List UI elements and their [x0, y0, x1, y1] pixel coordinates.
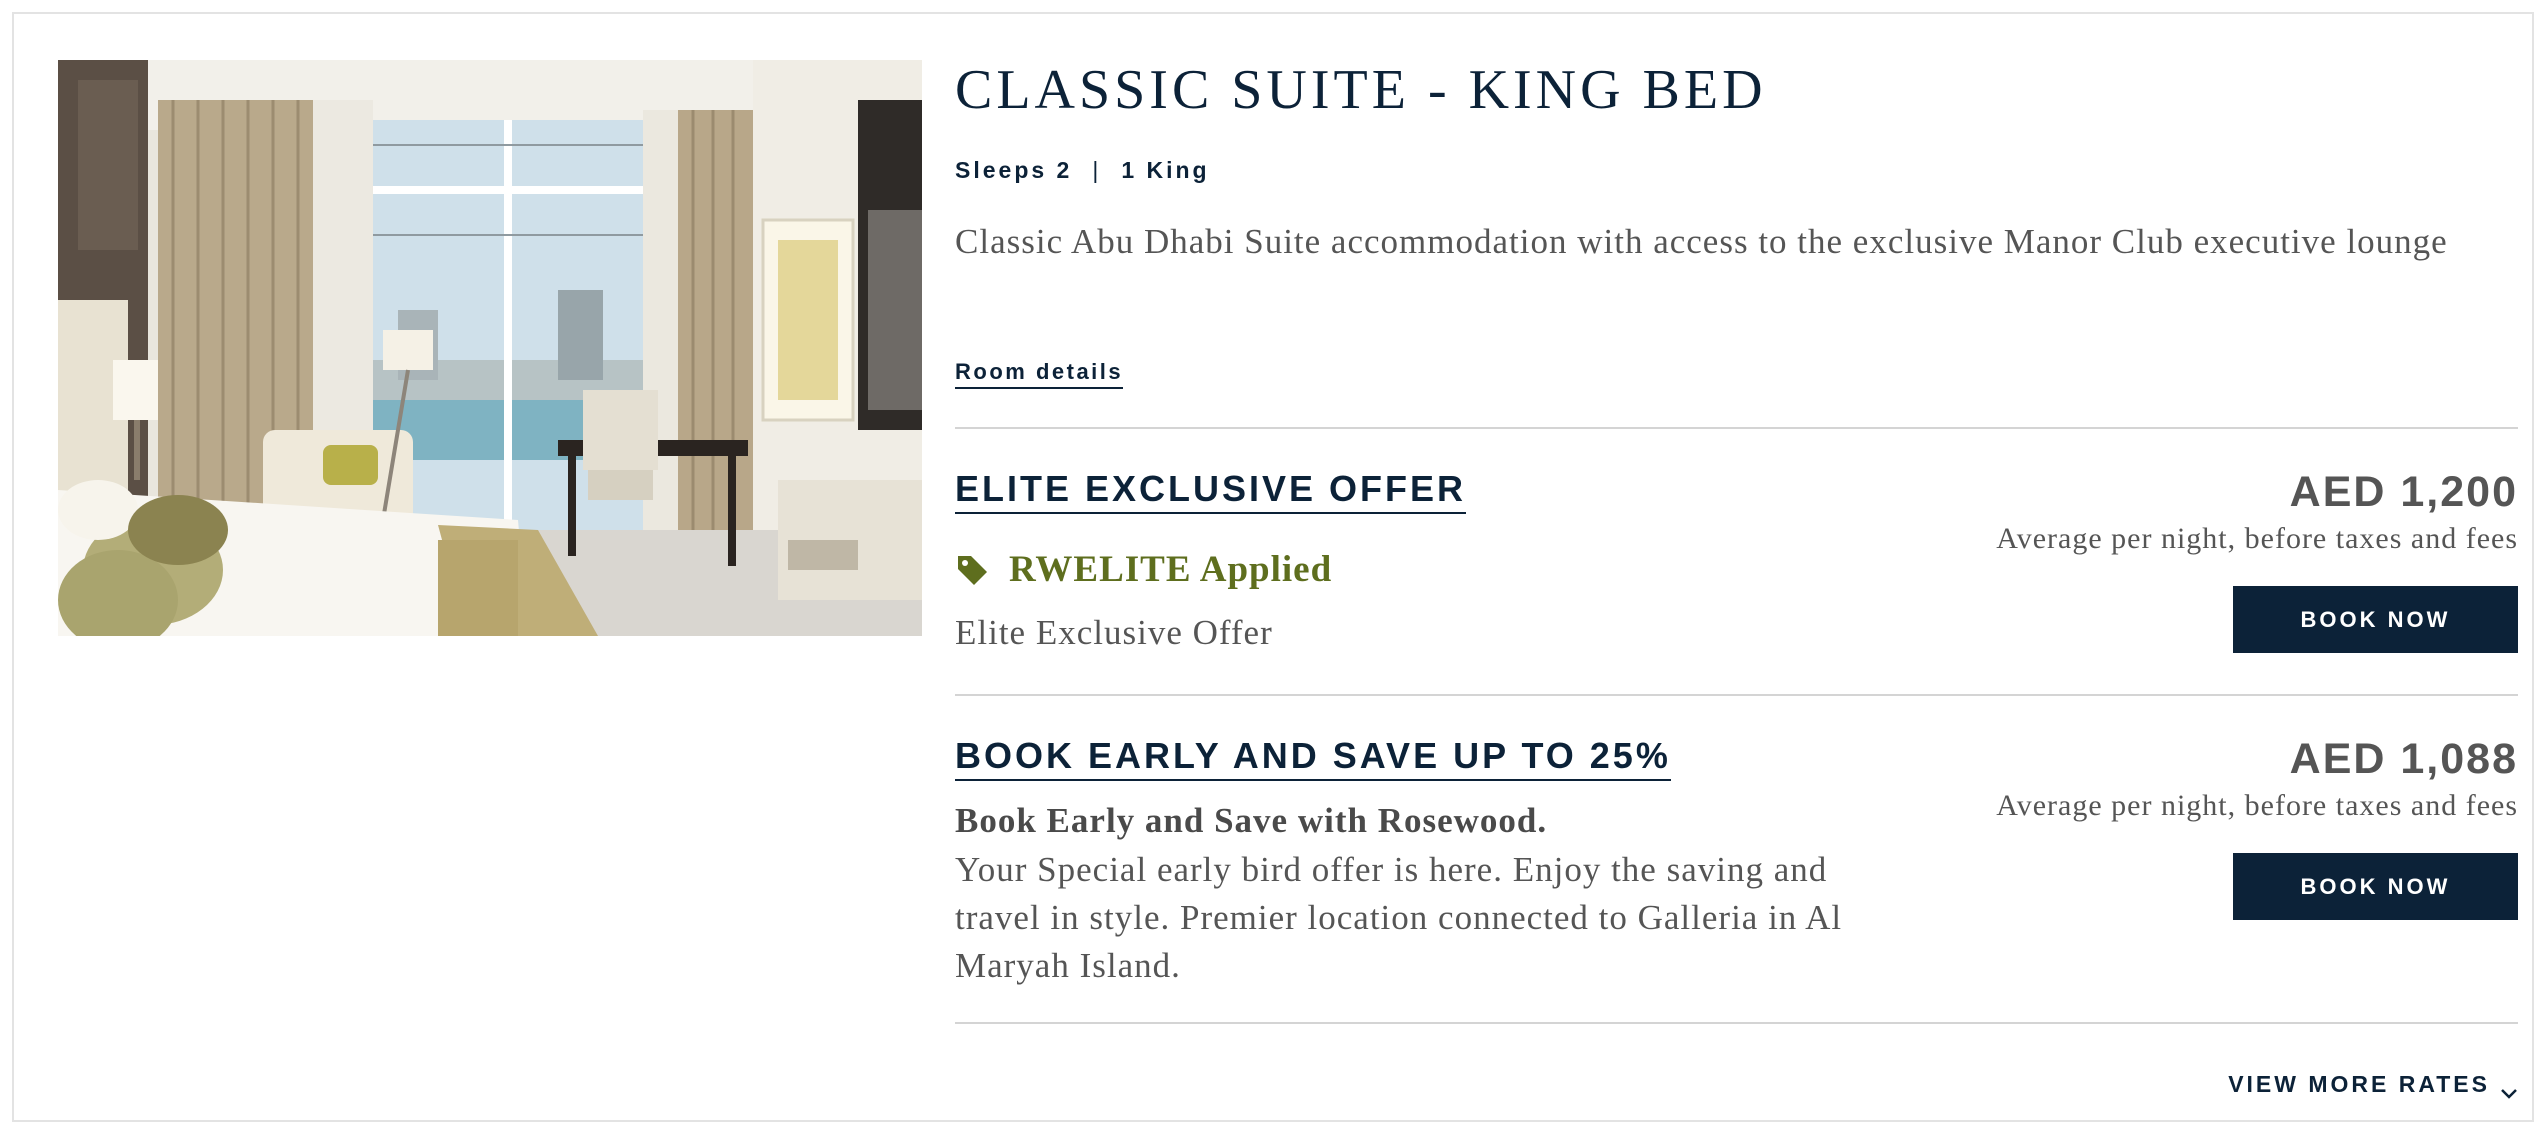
rate-description-heading: Book Early and Save with Rosewood. — [955, 801, 1548, 840]
chevron-down-icon — [2500, 1079, 2518, 1099]
room-photo[interactable] — [58, 60, 922, 636]
bed-type: 1 King — [1121, 157, 1210, 183]
room-details-link[interactable]: Room details — [955, 359, 1124, 389]
rate-title[interactable]: BOOK EARLY AND SAVE UP TO 25% — [955, 735, 1671, 781]
sleeps-label: Sleeps 2 — [955, 157, 1073, 183]
price-box: AED 1,200 Average per night, before taxe… — [1878, 466, 2518, 653]
rate-description: Elite Exclusive Offer — [955, 613, 1273, 652]
tag-icon — [955, 553, 989, 587]
room-title: CLASSIC SUITE - KING BED — [955, 59, 1767, 121]
divider — [955, 427, 2518, 429]
rate-description: Your Special early bird offer is here. E… — [955, 850, 1843, 985]
room-photo-illustration — [58, 60, 922, 636]
price-note: Average per night, before taxes and fees — [1996, 789, 2518, 822]
book-now-button[interactable]: BOOK NOW — [2233, 853, 2518, 920]
promo-code-text: RWELITE Applied — [1009, 549, 1333, 590]
rate-price: AED 1,088 — [2289, 735, 2518, 783]
price-box: AED 1,088 Average per night, before taxe… — [1878, 733, 2518, 920]
view-more-label: VIEW MORE RATES — [2228, 1071, 2490, 1097]
room-card: CLASSIC SUITE - KING BED Sleeps 2 | 1 King… — [12, 12, 2534, 1122]
divider — [955, 1022, 2518, 1024]
rate-title[interactable]: ELITE EXCLUSIVE OFFER — [955, 468, 1467, 514]
promo-applied: RWELITE Applied — [955, 548, 1332, 591]
rate-price: AED 1,200 — [2289, 468, 2518, 516]
room-description: Classic Abu Dhabi Suite accommodation wi… — [955, 222, 2448, 261]
room-capacity: Sleeps 2 | 1 King — [955, 157, 1210, 184]
meta-separator: | — [1092, 157, 1102, 183]
price-note: Average per night, before taxes and fees — [1996, 522, 2518, 555]
view-more-rates-button[interactable]: VIEW MORE RATES — [2228, 1071, 2518, 1099]
book-now-button[interactable]: BOOK NOW — [2233, 586, 2518, 653]
divider — [955, 694, 2518, 696]
